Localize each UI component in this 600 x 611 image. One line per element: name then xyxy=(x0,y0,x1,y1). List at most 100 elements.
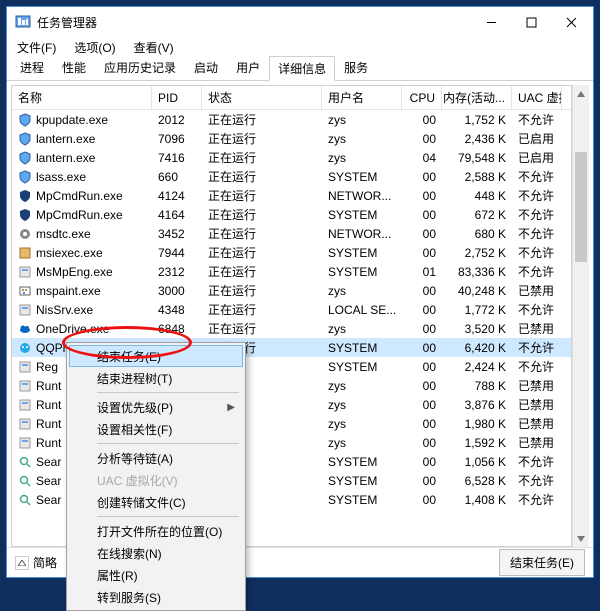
cell-uac: 已禁用 xyxy=(512,282,562,299)
cell-uac: 不允许 xyxy=(512,301,562,318)
context-menu: 结束任务(E) 结束进程树(T) 设置优先级(P)▶ 设置相关性(F) 分析等待… xyxy=(66,342,246,611)
cell-cpu: 00 xyxy=(402,208,442,222)
cell-name: lsass.exe xyxy=(12,170,152,184)
end-task-button[interactable]: 结束任务(E) xyxy=(499,549,585,576)
tab-3[interactable]: 启动 xyxy=(185,55,227,80)
table-header: 名称 PID 状态 用户名 CPU 内存(活动... UAC 虚拟化 xyxy=(12,86,571,110)
scroll-track[interactable] xyxy=(573,102,589,530)
cell-user: SYSTEM xyxy=(322,360,402,374)
cell-status: 正在运行 xyxy=(202,282,322,299)
menu-options[interactable]: 选项(O) xyxy=(70,38,119,57)
cell-mem: 3,520 K xyxy=(442,322,512,336)
ctx-priority[interactable]: 设置优先级(P)▶ xyxy=(69,396,243,418)
collapse-icon[interactable] xyxy=(15,556,29,570)
cell-mem: 79,548 K xyxy=(442,151,512,165)
cell-pid: 4164 xyxy=(152,208,202,222)
cell-name: OneDrive.exe xyxy=(12,322,152,336)
col-user[interactable]: 用户名 xyxy=(322,86,402,109)
ctx-open-location[interactable]: 打开文件所在的位置(O) xyxy=(69,520,243,542)
cell-uac: 不允许 xyxy=(512,244,562,261)
table-row[interactable]: kpupdate.exe2012正在运行zys001,752 K不允许 xyxy=(12,110,571,129)
table-row[interactable]: msdtc.exe3452正在运行NETWOR...00680 K不允许 xyxy=(12,224,571,243)
table-row[interactable]: MpCmdRun.exe4124正在运行NETWOR...00448 K不允许 xyxy=(12,186,571,205)
ctx-affinity[interactable]: 设置相关性(F) xyxy=(69,418,243,440)
scrollbar[interactable] xyxy=(572,85,589,547)
col-pid[interactable]: PID xyxy=(152,86,202,109)
menu-bar: 文件(F) 选项(O) 查看(V) xyxy=(7,37,593,57)
ctx-uac[interactable]: UAC 虚拟化(V) xyxy=(69,469,243,491)
separator xyxy=(97,392,239,393)
cell-user: LOCAL SE... xyxy=(322,303,402,317)
cell-user: SYSTEM xyxy=(322,474,402,488)
tab-6[interactable]: 服务 xyxy=(335,55,377,80)
table-row[interactable]: msiexec.exe7944正在运行SYSTEM002,752 K不允许 xyxy=(12,243,571,262)
table-row[interactable]: mspaint.exe3000正在运行zys0040,248 K已禁用 xyxy=(12,281,571,300)
cell-user: zys xyxy=(322,417,402,431)
cell-user: zys xyxy=(322,151,402,165)
cell-uac: 不允许 xyxy=(512,206,562,223)
scroll-down-icon[interactable] xyxy=(573,530,589,547)
cell-cpu: 04 xyxy=(402,151,442,165)
cell-cpu: 00 xyxy=(402,341,442,355)
cell-mem: 1,408 K xyxy=(442,493,512,507)
col-uac[interactable]: UAC 虚拟化 xyxy=(512,86,562,109)
cell-uac: 已禁用 xyxy=(512,415,562,432)
col-mem[interactable]: 内存(活动... xyxy=(442,86,512,109)
table-row[interactable]: lantern.exe7096正在运行zys002,436 K已启用 xyxy=(12,129,571,148)
cell-mem: 448 K xyxy=(442,189,512,203)
ctx-goto-service[interactable]: 转到服务(S) xyxy=(69,586,243,608)
cell-cpu: 00 xyxy=(402,132,442,146)
cell-uac: 已禁用 xyxy=(512,320,562,337)
cell-mem: 1,592 K xyxy=(442,436,512,450)
tab-5[interactable]: 详细信息 xyxy=(269,56,335,81)
cell-name: MpCmdRun.exe xyxy=(12,189,152,203)
cell-name: MpCmdRun.exe xyxy=(12,208,152,222)
cell-mem: 1,056 K xyxy=(442,455,512,469)
cell-cpu: 00 xyxy=(402,474,442,488)
cell-cpu: 00 xyxy=(402,170,442,184)
cell-pid: 3452 xyxy=(152,227,202,241)
cell-cpu: 00 xyxy=(402,436,442,450)
cell-uac: 已禁用 xyxy=(512,377,562,394)
cell-mem: 788 K xyxy=(442,379,512,393)
status-label[interactable]: 简略 xyxy=(33,554,57,571)
ctx-analyze-chain[interactable]: 分析等待链(A) xyxy=(69,447,243,469)
col-status[interactable]: 状态 xyxy=(202,86,322,109)
menu-file[interactable]: 文件(F) xyxy=(13,38,60,57)
table-row[interactable]: MsMpEng.exe2312正在运行SYSTEM0183,336 K不允许 xyxy=(12,262,571,281)
cell-cpu: 00 xyxy=(402,284,442,298)
close-button[interactable] xyxy=(551,8,591,36)
ctx-online-search[interactable]: 在线搜索(N) xyxy=(69,542,243,564)
cell-status: 正在运行 xyxy=(202,263,322,280)
menu-view[interactable]: 查看(V) xyxy=(130,38,178,57)
cell-uac: 已启用 xyxy=(512,130,562,147)
cell-mem: 672 K xyxy=(442,208,512,222)
scroll-thumb[interactable] xyxy=(575,152,587,262)
cell-name: NisSrv.exe xyxy=(12,303,152,317)
col-cpu[interactable]: CPU xyxy=(402,86,442,109)
ctx-end-tree[interactable]: 结束进程树(T) xyxy=(69,367,243,389)
tab-2[interactable]: 应用历史记录 xyxy=(95,55,185,80)
table-row[interactable]: OneDrive.exe6848正在运行zys003,520 K已禁用 xyxy=(12,319,571,338)
cell-uac: 已禁用 xyxy=(512,396,562,413)
table-row[interactable]: lantern.exe7416正在运行zys0479,548 K已启用 xyxy=(12,148,571,167)
scroll-up-icon[interactable] xyxy=(573,85,589,102)
ctx-dump[interactable]: 创建转储文件(C) xyxy=(69,491,243,513)
cell-user: SYSTEM xyxy=(322,455,402,469)
cell-mem: 2,752 K xyxy=(442,246,512,260)
tab-0[interactable]: 进程 xyxy=(11,55,53,80)
cell-user: SYSTEM xyxy=(322,265,402,279)
ctx-properties[interactable]: 属性(R) xyxy=(69,564,243,586)
col-name[interactable]: 名称 xyxy=(12,86,152,109)
tab-4[interactable]: 用户 xyxy=(227,55,269,80)
maximize-button[interactable] xyxy=(511,8,551,36)
cell-pid: 3000 xyxy=(152,284,202,298)
cell-mem: 83,336 K xyxy=(442,265,512,279)
table-row[interactable]: MpCmdRun.exe4164正在运行SYSTEM00672 K不允许 xyxy=(12,205,571,224)
cell-status: 正在运行 xyxy=(202,320,322,337)
table-row[interactable]: NisSrv.exe4348正在运行LOCAL SE...001,772 K不允… xyxy=(12,300,571,319)
tab-1[interactable]: 性能 xyxy=(53,55,95,80)
table-row[interactable]: lsass.exe660正在运行SYSTEM002,588 K不允许 xyxy=(12,167,571,186)
minimize-button[interactable] xyxy=(471,8,511,36)
ctx-end-task[interactable]: 结束任务(E) xyxy=(69,345,243,367)
